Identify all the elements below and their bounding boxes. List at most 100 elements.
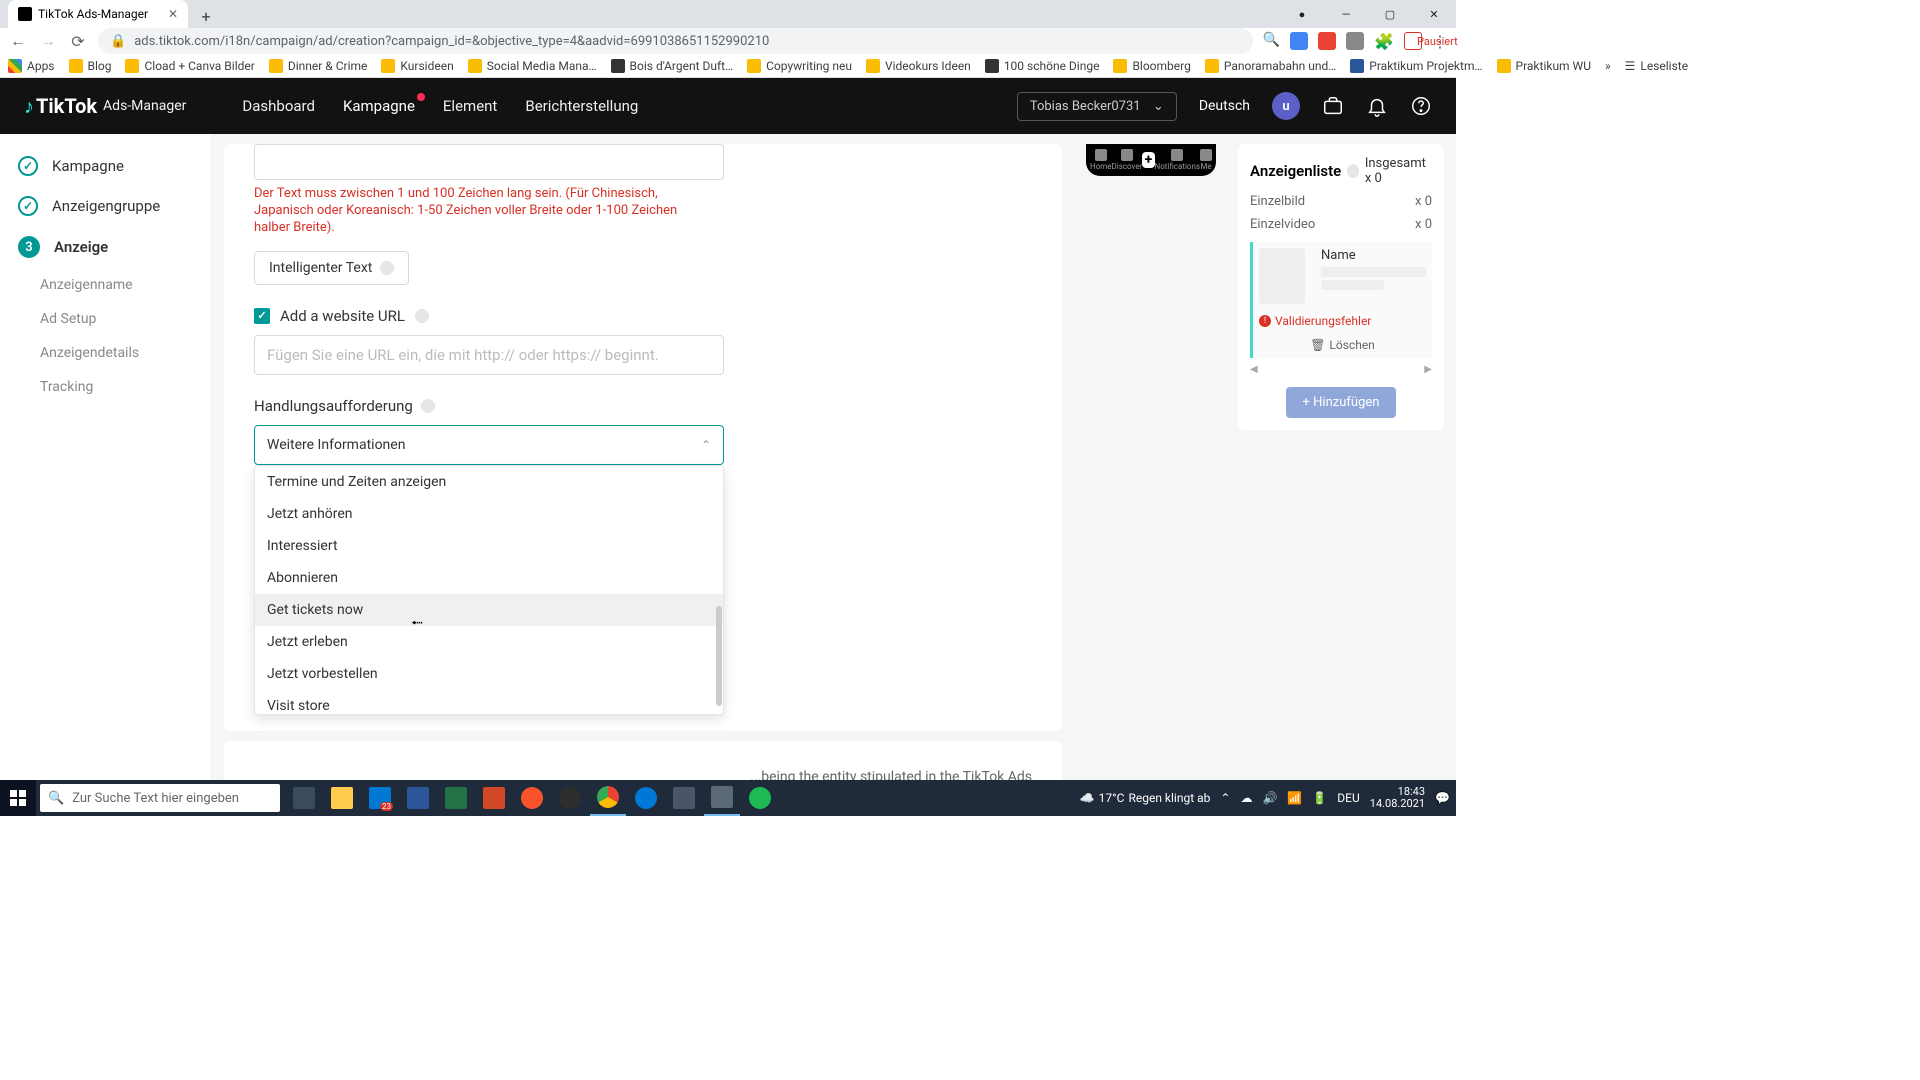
word-icon[interactable] bbox=[400, 780, 436, 816]
profile-paused-badge[interactable]: Pausiert bbox=[1404, 32, 1422, 50]
spotify-icon[interactable] bbox=[742, 780, 778, 816]
language-switch[interactable]: Deutsch bbox=[1199, 98, 1250, 114]
tiktok-logo[interactable]: ♪TikTokAds-Manager bbox=[24, 94, 186, 119]
brave-icon[interactable] bbox=[514, 780, 550, 816]
cta-option[interactable]: Get tickets now bbox=[255, 594, 723, 626]
bookmark-item[interactable]: Cload + Canva Bilder bbox=[125, 59, 254, 73]
bookmark-item[interactable]: Praktikum WU bbox=[1497, 59, 1591, 73]
app-icon[interactable] bbox=[704, 780, 740, 816]
horizontal-scroll[interactable]: ◀▶ bbox=[1250, 364, 1432, 375]
close-window-button[interactable]: ✕ bbox=[1412, 0, 1456, 28]
cta-option[interactable]: Jetzt erleben bbox=[255, 626, 723, 658]
sub-anzeigendetails[interactable]: Anzeigendetails bbox=[0, 336, 210, 370]
help-icon[interactable] bbox=[1410, 95, 1432, 117]
close-tab-icon[interactable]: ✕ bbox=[168, 7, 178, 21]
add-ad-button[interactable]: + Hinzufügen bbox=[1286, 387, 1396, 418]
app-icon[interactable] bbox=[666, 780, 702, 816]
checkbox-checked-icon[interactable] bbox=[254, 308, 270, 324]
back-button[interactable]: ← bbox=[8, 31, 28, 51]
mail-icon[interactable]: 23 bbox=[362, 780, 398, 816]
sub-anzeigenname[interactable]: Anzeigenname bbox=[0, 268, 210, 302]
volume-icon[interactable]: 🔊 bbox=[1262, 791, 1277, 805]
account-dot[interactable]: ● bbox=[1280, 0, 1324, 28]
obs-icon[interactable] bbox=[552, 780, 588, 816]
placeholder-line bbox=[1321, 280, 1384, 290]
add-url-checkbox-row[interactable]: Add a website URL bbox=[254, 307, 1024, 325]
forward-button[interactable]: → bbox=[38, 31, 58, 51]
bookmark-item[interactable]: Copywriting neu bbox=[747, 59, 852, 73]
onedrive-icon[interactable]: ☁ bbox=[1240, 791, 1252, 805]
clock[interactable]: 18:43 14.08.2021 bbox=[1370, 786, 1425, 810]
ad-list-panel: Anzeigenliste Insgesamt x 0 Einzelbildx … bbox=[1238, 144, 1444, 430]
taskbar-search[interactable]: 🔍 Zur Suche Text hier eingeben bbox=[40, 784, 280, 812]
bookmark-item[interactable]: Videokurs Ideen bbox=[866, 59, 971, 73]
file-explorer-icon[interactable] bbox=[324, 780, 360, 816]
bell-icon[interactable] bbox=[1366, 95, 1388, 117]
sub-tracking[interactable]: Tracking bbox=[0, 370, 210, 404]
cta-option[interactable]: Abonnieren bbox=[255, 562, 723, 594]
smart-text-button[interactable]: Intelligenter Text bbox=[254, 251, 409, 285]
weather-widget[interactable]: ☁️ 17°C Regen klingt ab bbox=[1080, 791, 1211, 805]
minimize-button[interactable]: — bbox=[1324, 0, 1368, 28]
step-kampagne[interactable]: Kampagne bbox=[0, 146, 210, 186]
chrome-icon[interactable] bbox=[590, 780, 626, 816]
phone-preview-column: Home Discover + Notifications Me bbox=[1076, 134, 1226, 780]
website-url-input[interactable]: Fügen Sie eine URL ein, die mit http:// … bbox=[254, 335, 724, 375]
url-box[interactable]: 🔒 ads.tiktok.com/i18n/campaign/ad/creati… bbox=[98, 28, 1253, 54]
avatar[interactable]: u bbox=[1272, 92, 1300, 120]
language-indicator[interactable]: DEU bbox=[1337, 791, 1359, 805]
cta-option[interactable]: Termine und Zeiten anzeigen bbox=[255, 466, 723, 498]
battery-icon[interactable]: 🔋 bbox=[1312, 791, 1327, 805]
bookmark-item[interactable]: Bois d'Argent Duft… bbox=[611, 59, 734, 73]
bookmark-item[interactable]: Dinner & Crime bbox=[269, 59, 368, 73]
bookmark-item[interactable]: 100 schöne Dinge bbox=[985, 59, 1100, 73]
sub-ad-setup[interactable]: Ad Setup bbox=[0, 302, 210, 336]
kebab-menu-icon[interactable]: ⋮ bbox=[1432, 32, 1448, 50]
bookmark-item[interactable]: Kursideen bbox=[381, 59, 453, 73]
ext-icon-2[interactable] bbox=[1346, 32, 1364, 50]
gtranslate-icon[interactable] bbox=[1290, 32, 1308, 50]
cta-option[interactable]: Visit store bbox=[255, 690, 723, 715]
edge-icon[interactable] bbox=[628, 780, 664, 816]
account-selector[interactable]: Tobias Becker0731⌄ bbox=[1017, 92, 1177, 121]
bookmarks-overflow[interactable]: » bbox=[1605, 59, 1611, 73]
sidebar: Kampagne Anzeigengruppe 3Anzeige Anzeige… bbox=[0, 134, 210, 780]
bookmark-item[interactable]: Social Media Mana… bbox=[468, 59, 597, 73]
nav-dashboard[interactable]: Dashboard bbox=[242, 97, 315, 115]
nav-kampagne[interactable]: Kampagne bbox=[343, 97, 415, 115]
zoom-icon[interactable]: 🔍 bbox=[1263, 32, 1280, 50]
cta-option[interactable]: Interessiert bbox=[255, 530, 723, 562]
maximize-button[interactable]: ▢ bbox=[1368, 0, 1412, 28]
bookmark-item[interactable]: Bloomberg bbox=[1113, 59, 1190, 73]
reading-list-button[interactable]: ☰Leseliste bbox=[1625, 59, 1688, 73]
cta-option[interactable]: Jetzt vorbestellen bbox=[255, 658, 723, 690]
nav-reporting[interactable]: Berichterstellung bbox=[525, 97, 638, 115]
briefcase-icon[interactable] bbox=[1322, 95, 1344, 117]
reload-button[interactable]: ⟳ bbox=[68, 31, 88, 51]
delete-ad-button[interactable]: 🗑Löschen bbox=[1259, 338, 1426, 352]
bookmark-item[interactable]: Panoramabahn und… bbox=[1205, 59, 1336, 73]
dropdown-scrollbar[interactable] bbox=[716, 606, 722, 706]
powerpoint-icon[interactable] bbox=[476, 780, 512, 816]
error-icon: ! bbox=[1259, 315, 1271, 327]
apps-shortcut[interactable]: Apps bbox=[8, 59, 55, 73]
step-anzeige[interactable]: 3Anzeige bbox=[0, 226, 210, 268]
nav-element[interactable]: Element bbox=[443, 97, 497, 115]
cta-select[interactable]: Weitere Informationen ⌃ bbox=[254, 425, 724, 465]
bookmark-item[interactable]: Blog bbox=[69, 59, 112, 73]
ad-preview-item[interactable]: Name !Validierungsfehler 🗑Löschen bbox=[1250, 242, 1432, 358]
start-button[interactable] bbox=[0, 780, 36, 816]
step-anzeigengruppe[interactable]: Anzeigengruppe bbox=[0, 186, 210, 226]
bookmark-item[interactable]: Praktikum Projektm… bbox=[1350, 59, 1482, 73]
task-view-button[interactable] bbox=[286, 780, 322, 816]
cta-option[interactable]: Jetzt anhören bbox=[255, 498, 723, 530]
extensions-menu-icon[interactable]: 🧩 bbox=[1374, 32, 1394, 50]
ext-icon-1[interactable] bbox=[1318, 32, 1336, 50]
ad-text-input[interactable] bbox=[254, 144, 724, 180]
browser-tab[interactable]: TikTok Ads-Manager ✕ bbox=[8, 0, 188, 28]
excel-icon[interactable] bbox=[438, 780, 474, 816]
tray-chevron[interactable]: ⌃ bbox=[1220, 791, 1230, 805]
notifications-button[interactable]: 💬 bbox=[1435, 791, 1450, 805]
wifi-icon[interactable]: 📶 bbox=[1287, 791, 1302, 805]
new-tab-button[interactable]: + bbox=[194, 4, 218, 28]
